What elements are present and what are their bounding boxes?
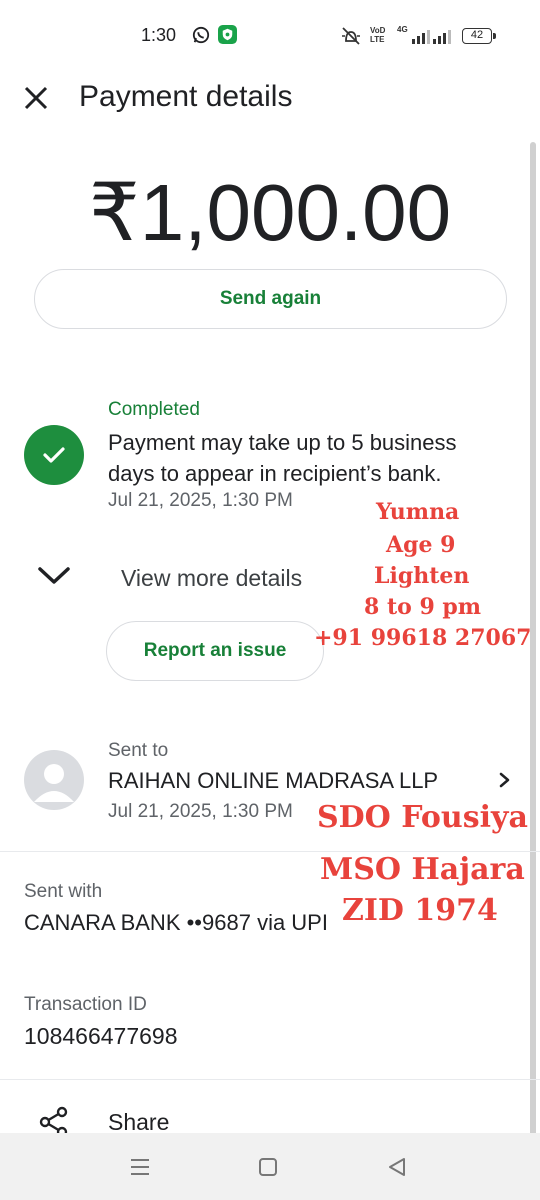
overlay-note: ZID 1974 <box>342 893 498 928</box>
system-nav-bar <box>0 1133 540 1200</box>
overlay-note: MSO Hajara <box>320 852 525 887</box>
overlay-note: SDO Fousiya <box>317 800 528 835</box>
recipient-name[interactable]: RAIHAN ONLINE MADRASA LLP <box>108 768 438 794</box>
volte-line-2: LTE <box>370 35 385 44</box>
avatar <box>24 750 84 810</box>
check-icon <box>43 447 65 463</box>
overlay-note: Yumna <box>376 499 460 525</box>
overlay-note: +91 99618 27067 <box>314 625 532 651</box>
close-icon[interactable] <box>18 80 54 116</box>
completed-status-icon <box>24 425 84 485</box>
status-bar: 1:30 VoD LTE 4G 42 <box>0 0 540 72</box>
status-icons: VoD LTE 4G 42 <box>340 24 500 48</box>
chevron-right-icon[interactable] <box>495 768 515 792</box>
volte-line-1: VoD <box>370 26 386 35</box>
mute-icon <box>342 27 360 45</box>
payment-date: Jul 21, 2025, 1:30 PM <box>108 490 293 511</box>
send-again-button[interactable]: Send again <box>34 269 507 329</box>
signal-icon <box>412 30 430 44</box>
volte-indicator: VoD LTE <box>370 26 385 44</box>
overlay-note: Lighten <box>374 563 470 589</box>
share-button[interactable]: Share <box>108 1109 169 1136</box>
home-icon[interactable] <box>258 1157 278 1177</box>
recents-icon[interactable] <box>128 1157 152 1177</box>
person-icon <box>34 764 74 802</box>
status-label: Completed <box>108 399 200 420</box>
status-message: Payment may take up to 5 business days t… <box>108 430 457 486</box>
shield-app-icon <box>218 25 237 44</box>
status-time: 1:30 <box>141 25 177 45</box>
page-title: Payment details <box>79 80 293 113</box>
sent-with-value: CANARA BANK ••9687 via UPI <box>24 910 328 935</box>
battery-icon: 42 <box>462 28 492 44</box>
sent-to-label: Sent to <box>108 740 169 761</box>
whatsapp-icon <box>192 26 210 44</box>
divider <box>0 1079 540 1080</box>
signal-icon-2 <box>433 30 451 44</box>
view-more-details-link[interactable]: View more details <box>121 565 302 592</box>
recipient-date: Jul 21, 2025, 1:30 PM <box>108 801 293 822</box>
back-icon[interactable] <box>386 1155 408 1179</box>
payment-amount: ₹1,000.00 <box>88 168 452 257</box>
overlay-note: Age 9 <box>386 532 456 558</box>
chevron-down-icon[interactable] <box>34 562 74 590</box>
sent-with-label: Sent with <box>24 881 103 902</box>
battery-tip <box>493 33 496 39</box>
transaction-id-label: Transaction ID <box>24 994 147 1015</box>
transaction-id-value: 108466477698 <box>24 1023 178 1049</box>
overlay-note: 8 to 9 pm <box>364 594 482 620</box>
report-issue-button[interactable]: Report an issue <box>106 621 324 681</box>
